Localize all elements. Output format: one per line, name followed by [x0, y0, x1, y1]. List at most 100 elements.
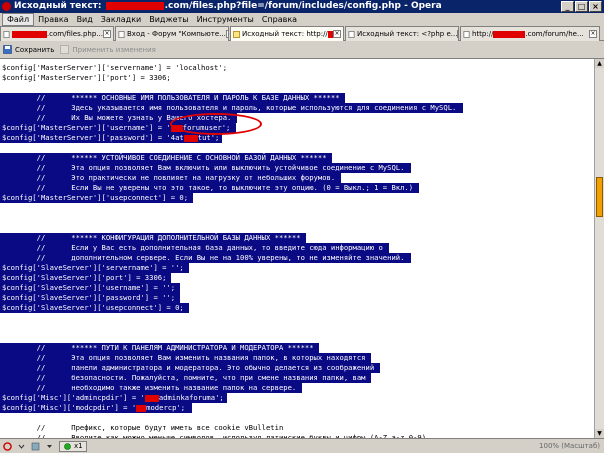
code-text: // ****** ПУТИ К ПАНЕЛЯМ АДМИНИСТРАТОРА … — [2, 343, 314, 352]
redaction-mark — [144, 394, 159, 402]
scroll-up-icon[interactable]: ▲ — [595, 59, 604, 68]
tab-forum-help[interactable]: http:// .com/forum/he... × — [460, 26, 600, 41]
code-line: // дополнительном сервере. Если Вы не на… — [0, 253, 411, 263]
save-icon — [3, 45, 12, 54]
zoom-level[interactable]: 100% (Масштаб) — [539, 442, 600, 450]
maximize-button[interactable]: □ — [575, 1, 588, 12]
menu-widgets[interactable]: Виджеты — [145, 13, 192, 26]
page-icon — [348, 30, 355, 38]
code-text: // Эта опция позволяет Вам включить или … — [2, 163, 405, 172]
code-text-rest: modercp'; — [146, 403, 186, 412]
code-line: // Эта опция позволяет Вам изменить назв… — [0, 353, 372, 363]
source-toolbar: Сохранить Применить изменения — [0, 41, 604, 59]
scroll-thumb[interactable] — [596, 177, 603, 217]
code-text: $config['Misc']['admincpdir'] = ' — [2, 393, 145, 402]
tab-counter: x1 — [74, 442, 83, 450]
tab-label-2: .com/forum/he... — [525, 30, 584, 38]
code-text: $config['SlaveServer']['servername'] = '… — [2, 263, 184, 272]
minimize-button[interactable]: _ — [561, 1, 574, 12]
code-line: // ****** ОСНОВНЫЕ ИМЯ ПОЛЬЗОВАТЕЛЯ И ПА… — [0, 93, 346, 103]
redaction-mark — [12, 30, 47, 38]
menu-edit[interactable]: Правка — [34, 13, 72, 26]
code-text: // Если Вы не уверены что это такое, то … — [2, 183, 414, 192]
code-text: $config['SlaveServer']['port'] = 3306; — [2, 273, 167, 282]
redaction-mark — [493, 30, 526, 38]
tab-counter-badge[interactable]: x1 — [59, 440, 87, 452]
tab-label: Вход - Форум "Компьюте... — [127, 30, 226, 38]
code-text: // Эта опция позволяет Вам изменить назв… — [2, 353, 366, 362]
tab-label: http:// — [472, 30, 494, 38]
tab-source-active[interactable]: Исходный текст: http:// × — [230, 26, 344, 41]
code-text: // Это практически не повлияет на нагруз… — [2, 173, 336, 182]
code-text: // безопасности. Пожалуйста, помните, чт… — [2, 373, 366, 382]
code-line: // необходимо также изменить название па… — [0, 383, 302, 393]
apply-changes-button[interactable]: Применить изменения — [60, 45, 156, 54]
code-line: // ****** ПУТИ К ПАНЕЛЯМ АДМИНИСТРАТОРА … — [0, 343, 320, 353]
source-code-view[interactable]: $config['MasterServer']['servername'] = … — [0, 59, 594, 438]
code-text: // ****** КОНФИГУРАЦИЯ ДОПОЛНИТЕЛЬНОЙ БА… — [2, 233, 301, 242]
scroll-down-icon[interactable]: ▼ — [595, 429, 604, 438]
window-titlebar: Исходный текст: .com/files.php?file=/for… — [0, 0, 604, 13]
code-line: // безопасности. Пожалуйста, помните, чт… — [0, 373, 372, 383]
code-line: // Префикс, которые будут иметь все cook… — [0, 423, 284, 433]
code-text: // ****** ОСНОВНЫЕ ИМЯ ПОЛЬЗОВАТЕЛЯ И ПА… — [2, 93, 340, 102]
save-button[interactable]: Сохранить — [3, 45, 54, 54]
tab-bar: .com/files.php... × Вход - Форум "Компью… — [0, 26, 604, 41]
apply-label: Применить изменения — [72, 45, 156, 54]
code-text-rest: adminkaforuma'; — [158, 393, 224, 402]
tab-close-icon[interactable]: × — [457, 30, 458, 38]
page-icon — [3, 30, 10, 38]
close-button[interactable]: × — [589, 1, 602, 12]
code-line: // Если у Вас есть дополнительная база д… — [0, 243, 389, 253]
status-bar: x1 100% (Масштаб) — [0, 438, 604, 453]
window-title-suffix: .com/files.php?file=/forum/includes/conf… — [164, 1, 442, 11]
menu-bookmarks[interactable]: Закладки — [97, 13, 145, 26]
tab-login[interactable]: Вход - Форум "Компьюте... × — [115, 26, 229, 41]
apply-icon — [60, 45, 70, 54]
code-text: $config['MasterServer']['servername'] = … — [2, 63, 228, 72]
code-line: $config['SlaveServer']['usepconnect'] = … — [0, 303, 189, 313]
tab-close-icon[interactable]: × — [589, 30, 597, 38]
code-line: // Эта опция позволяет Вам включить или … — [0, 163, 411, 173]
menu-help[interactable]: Справка — [258, 13, 301, 26]
dropdown-icon[interactable] — [45, 442, 54, 451]
code-line: // ****** КОНФИГУРАЦИЯ ДОПОЛНИТЕЛЬНОЙ БА… — [0, 233, 307, 243]
tab-files[interactable]: .com/files.php... × — [0, 26, 114, 41]
tab-close-icon[interactable]: × — [333, 30, 341, 38]
menu-file[interactable]: Файл — [2, 13, 35, 26]
page-icon — [118, 30, 125, 38]
tab-close-icon[interactable]: × — [225, 30, 228, 38]
chevron-icon[interactable] — [17, 442, 26, 451]
code-line: $config['SlaveServer']['password'] = ''; — [0, 293, 180, 303]
code-line: $config['MasterServer']['usepconnect'] =… — [0, 193, 194, 203]
code-text: // Здесь указывается имя пользователя и … — [2, 103, 457, 112]
code-text: // Если у Вас есть дополнительная база д… — [2, 243, 383, 252]
source-icon — [233, 30, 240, 38]
menu-view[interactable]: Вид — [73, 13, 97, 26]
gear-icon — [64, 442, 71, 450]
code-text: // необходимо также изменить название па… — [2, 383, 297, 392]
red-circle-annotation — [170, 113, 262, 135]
code-line: // Это практически не повлияет на нагруз… — [0, 173, 341, 183]
opera-menu-icon[interactable] — [3, 441, 12, 451]
code-line: $config['SlaveServer']['username'] = ''; — [0, 283, 180, 293]
menu-bar: Файл Правка Вид Закладки Виджеты Инструм… — [0, 13, 604, 26]
opera-icon — [2, 2, 11, 11]
speed-dial-icon[interactable] — [31, 442, 40, 451]
tab-source-php[interactable]: Исходный текст: <?php e... × — [345, 26, 459, 41]
code-line: $config['SlaveServer']['servername'] = '… — [0, 263, 189, 273]
tab-close-icon[interactable]: × — [103, 30, 111, 38]
menu-tools[interactable]: Инструменты — [193, 13, 258, 26]
tab-label: .com/files.php... — [46, 30, 103, 38]
code-text: $config['SlaveServer']['username'] = ''; — [2, 283, 176, 292]
code-text: $config['SlaveServer']['usepconnect'] = … — [2, 303, 184, 312]
vertical-scrollbar[interactable]: ▲ ▼ — [594, 59, 604, 438]
